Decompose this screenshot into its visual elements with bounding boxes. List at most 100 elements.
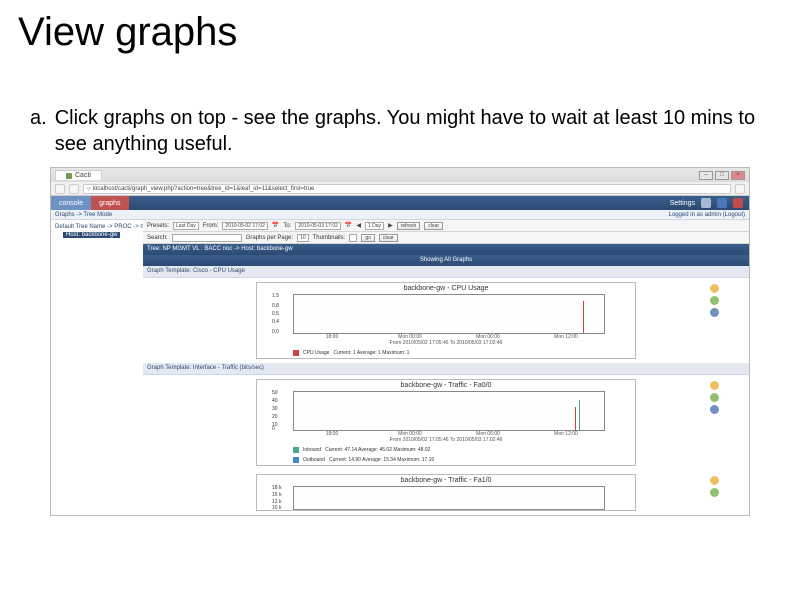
- csv-icon[interactable]: [710, 488, 719, 497]
- slide-body: a. Click graphs on top - see the graphs.…: [0, 65, 800, 516]
- graph-title: backbone-gw - Traffic - Fa1/0: [257, 475, 635, 486]
- legend-text: Outbound: [303, 457, 325, 463]
- filter-presets-row: Presets: Last Day From: 2010-05-02 17:02…: [143, 220, 749, 232]
- tree-view-icon[interactable]: [717, 198, 727, 208]
- tree-path-header: Tree: NP MGMT VL : BACC noc -> Host: bac…: [143, 244, 749, 255]
- instruction-letter: a.: [30, 105, 47, 157]
- thumbnails-label: Thumbnails:: [313, 235, 346, 241]
- back-button[interactable]: [55, 184, 65, 194]
- y-tick: 0.5: [272, 311, 279, 317]
- shift-left-icon[interactable]: ◀: [356, 222, 361, 229]
- legend-color: [293, 350, 299, 356]
- x-tick: 18:00: [293, 334, 371, 340]
- x-tick: Mon 12:00: [527, 334, 605, 340]
- minimize-button[interactable]: –: [699, 171, 713, 180]
- graph-caption: From 2010/05/02 17:05:46 To 2010/05/03 1…: [257, 437, 635, 445]
- login-status[interactable]: Logged in as admin (Logout): [669, 210, 745, 219]
- browser-tab[interactable]: Cacti: [55, 170, 102, 180]
- y-tick: 1.5: [272, 293, 279, 299]
- edit-icon[interactable]: [710, 308, 719, 317]
- to-input[interactable]: 2010-05-03 17:02: [295, 222, 340, 230]
- url-input[interactable]: ○ localhost/cacti/graph_view.php?action=…: [83, 184, 731, 194]
- legend-summary: Current: 47.14 Average: 45.02 Maximum: 4…: [325, 447, 430, 453]
- graph-traffic-fa00[interactable]: backbone-gw - Traffic - Fa0/0 50 40 30 2…: [256, 379, 636, 466]
- legend-text: CPU Usage: [303, 350, 329, 356]
- legend-color: [293, 447, 299, 453]
- y-tick: 0.4: [272, 319, 279, 325]
- shift-right-icon[interactable]: ▶: [388, 222, 393, 229]
- list-view-icon[interactable]: [733, 198, 743, 208]
- graph-legend: CPU Usage Current: 1 Average: 1 Maximum:…: [257, 348, 635, 358]
- app-tabs: console graphs: [51, 196, 129, 210]
- bookmark-button[interactable]: [735, 184, 745, 194]
- window-controls: – □ ×: [699, 171, 745, 180]
- gpp-select[interactable]: 10: [297, 234, 309, 242]
- presets-select[interactable]: Last Day: [173, 222, 199, 230]
- filter-search-row: Search: Graphs per Page: 10 Thumbnails: …: [143, 232, 749, 244]
- y-tick: 18 k: [272, 485, 281, 491]
- shift-select[interactable]: 1 Day: [365, 222, 384, 230]
- plot-area: 1.5 0.8 0.5 0.4 0.0: [293, 294, 605, 334]
- y-tick: 15 k: [272, 492, 281, 498]
- tab-title: Cacti: [75, 172, 91, 179]
- refresh-button[interactable]: refresh: [397, 222, 421, 230]
- thumbnails-checkbox[interactable]: [349, 234, 357, 242]
- zoom-icon[interactable]: [710, 284, 719, 293]
- browser-window: Cacti – □ × ○ localhost/cacti/graph_view…: [50, 167, 750, 516]
- graph-container-traffic0: backbone-gw - Traffic - Fa0/0 50 40 30 2…: [143, 375, 749, 470]
- y-tick: 10 k: [272, 505, 281, 511]
- csv-icon[interactable]: [710, 393, 719, 402]
- tab-graphs[interactable]: graphs: [91, 196, 128, 210]
- template-header-2: Graph Template: Interface - Traffic (bit…: [143, 363, 749, 375]
- y-tick: 0.0: [272, 329, 279, 335]
- graph-container-cpu: backbone-gw - CPU Usage 1.5 0.8 0.5 0.4 …: [143, 278, 749, 363]
- app-header: console graphs Settings: [51, 196, 749, 210]
- gear-icon[interactable]: [701, 198, 711, 208]
- x-tick: Mon 12:00: [527, 431, 605, 437]
- calendar-icon-2[interactable]: 📅: [345, 222, 352, 229]
- from-input[interactable]: 2010-05-02 17:02: [222, 222, 267, 230]
- globe-icon: ○: [87, 185, 91, 193]
- clear-button[interactable]: clear: [424, 222, 443, 230]
- forward-button[interactable]: [69, 184, 79, 194]
- template-header-1: Graph Template: Cisco - CPU Usage: [143, 266, 749, 278]
- data-spike: [579, 400, 580, 430]
- maximize-button[interactable]: □: [715, 171, 729, 180]
- go-button[interactable]: go: [361, 234, 375, 242]
- tree-host[interactable]: Host: backbone-gw: [63, 232, 120, 238]
- close-button[interactable]: ×: [731, 171, 745, 180]
- settings-link[interactable]: Settings: [670, 200, 695, 207]
- graph-cpu[interactable]: backbone-gw - CPU Usage 1.5 0.8 0.5 0.4 …: [256, 282, 636, 359]
- graph-actions: [710, 476, 719, 497]
- graph-container-traffic1: backbone-gw - Traffic - Fa1/0 18 k 15 k …: [143, 470, 749, 515]
- zoom-icon[interactable]: [710, 476, 719, 485]
- graph-legend-row2: Outbound Current: 14.90 Average: 15.34 M…: [257, 455, 635, 465]
- graph-actions: [710, 381, 719, 414]
- showing-bar: Showing All Graphs: [143, 255, 749, 266]
- x-tick: 18:00: [293, 431, 371, 437]
- zoom-icon[interactable]: [710, 381, 719, 390]
- csv-icon[interactable]: [710, 296, 719, 305]
- favicon-icon: [66, 173, 72, 179]
- clear2-button[interactable]: clear: [379, 234, 398, 242]
- url-bar: ○ localhost/cacti/graph_view.php?action=…: [51, 182, 749, 196]
- calendar-icon[interactable]: 📅: [272, 222, 279, 229]
- sub-header: Graphs -> Tree Mode Logged in as admin (…: [51, 210, 749, 220]
- tree-root[interactable]: Default Tree Name -> PROC -> noc-m: [55, 224, 139, 230]
- graph-legend-row1: Inbound Current: 47.14 Average: 45.02 Ma…: [257, 445, 635, 455]
- tab-console[interactable]: console: [51, 196, 91, 210]
- legend-summary: Current: 14.90 Average: 15.34 Maximum: 1…: [329, 457, 434, 463]
- graph-title: backbone-gw - Traffic - Fa0/0: [257, 380, 635, 391]
- breadcrumb: Graphs -> Tree Mode: [55, 210, 112, 219]
- y-tick: 50: [272, 390, 278, 396]
- graph-traffic-fa10[interactable]: backbone-gw - Traffic - Fa1/0 18 k 15 k …: [256, 474, 636, 511]
- edit-icon[interactable]: [710, 405, 719, 414]
- content-area: Default Tree Name -> PROC -> noc-m Host:…: [51, 220, 749, 515]
- search-input[interactable]: [172, 234, 242, 242]
- y-tick: 0: [272, 426, 275, 432]
- slide-title: View graphs: [0, 0, 800, 65]
- to-label: To:: [283, 223, 291, 229]
- from-label: From:: [203, 223, 219, 229]
- url-text: localhost/cacti/graph_view.php?action=tr…: [93, 185, 315, 193]
- y-tick: 20: [272, 414, 278, 420]
